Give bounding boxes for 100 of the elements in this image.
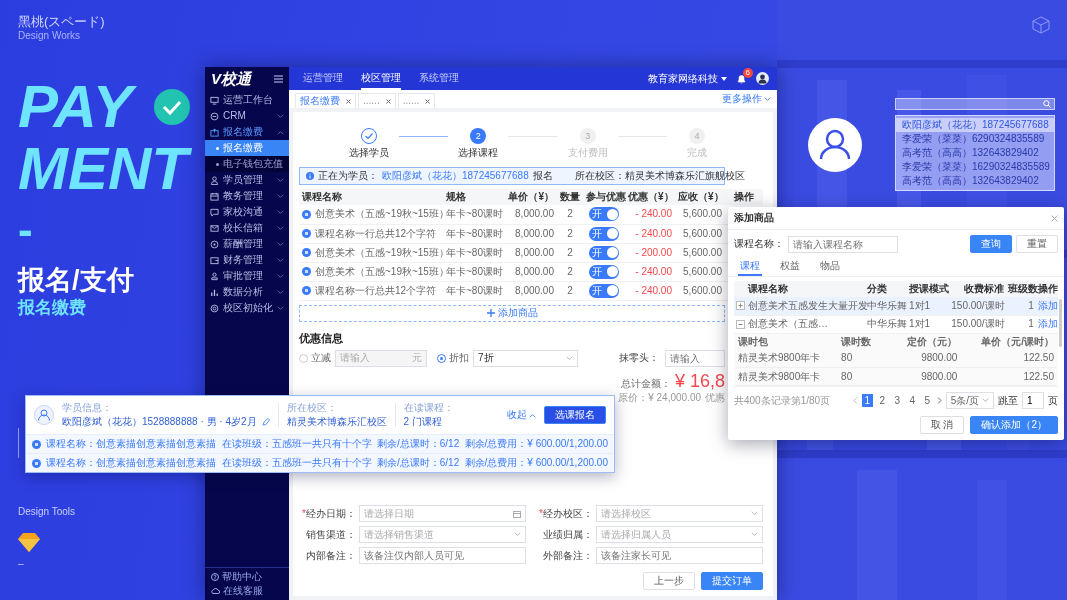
- table-cell: - 200.00: [635, 246, 672, 258]
- required-mark: *: [539, 507, 543, 520]
- toggle-switch[interactable]: 开: [589, 283, 619, 298]
- scrollbar[interactable]: [1059, 299, 1062, 347]
- next-page-icon[interactable]: [936, 397, 942, 404]
- page-number[interactable]: 5: [921, 394, 933, 407]
- page-number[interactable]: 4: [906, 394, 918, 407]
- sidebar-item[interactable]: 校长信箱: [205, 220, 289, 236]
- page-tab[interactable]: 报名缴费: [295, 93, 356, 108]
- nav-tab[interactable]: 运营管理: [303, 67, 343, 90]
- toggle-switch[interactable]: 开: [589, 207, 619, 222]
- headline: PAY: [18, 75, 143, 138]
- course-badge-icon: [302, 229, 311, 238]
- close-icon[interactable]: [346, 98, 351, 104]
- page-number[interactable]: 2: [876, 394, 888, 407]
- page-jump-field[interactable]: 1: [1022, 392, 1044, 409]
- more-actions-menu[interactable]: 更多操作: [722, 93, 771, 105]
- table-cell: 8,000.00: [515, 284, 554, 296]
- author-name: 黑桃(スペード): [18, 14, 106, 30]
- page-tab[interactable]: ......: [358, 93, 396, 108]
- sidebar-item[interactable]: 教务管理: [205, 188, 289, 204]
- dropdown-item[interactable]: 高考范（高高）132643829402: [896, 174, 1054, 188]
- toggle-switch[interactable]: 开: [589, 245, 619, 260]
- toggle-switch[interactable]: 开: [589, 264, 619, 279]
- campus-text: 所在校区：精灵美术博森乐汇旗舰校区: [574, 170, 745, 182]
- support-link[interactable]: 在线客服: [211, 585, 283, 597]
- search-button[interactable]: 查询: [970, 235, 1012, 253]
- submit-button[interactable]: 提交订单: [701, 572, 763, 590]
- user-avatar-icon[interactable]: [756, 72, 769, 85]
- course-detail: 在读班级：五感班一共只有十个字: [221, 457, 372, 469]
- table-cell: 2: [567, 208, 573, 220]
- text-field[interactable]: 该备注仅内部人员可见: [359, 547, 526, 564]
- sidebar-item[interactable]: 学员管理: [205, 172, 289, 188]
- edit-icon[interactable]: [261, 418, 270, 426]
- chevron-up-icon: [277, 129, 284, 135]
- dialog-tab[interactable]: 权益: [778, 258, 802, 276]
- bell-icon[interactable]: [737, 73, 746, 84]
- reset-button[interactable]: 重置: [1016, 235, 1058, 253]
- table-row[interactable]: 创意美术（五感… 中华乐舞 1对1 150.00/课时 1 添加: [734, 315, 1058, 333]
- course-count: 2 门课程: [403, 416, 443, 428]
- student-info: 欧阳彦斌（花花）1528888888 · 男 · 4岁2月: [62, 416, 257, 428]
- table-cell: - 240.00: [635, 265, 672, 277]
- user-avatar-icon: [808, 118, 862, 172]
- company-menu[interactable]: 教育家网络科技: [648, 67, 727, 90]
- add-link[interactable]: 添加: [1037, 318, 1058, 329]
- page-tab[interactable]: ......: [397, 93, 436, 108]
- sidebar-item[interactable]: 运营工作台: [205, 92, 289, 108]
- sidebar-item[interactable]: 校区初始化: [205, 300, 289, 316]
- toggle-switch[interactable]: 开: [589, 226, 619, 241]
- table-cell: 年卡~80课时: [446, 284, 503, 296]
- table-cell: 创意美术五感发生大量开发: [748, 299, 869, 311]
- sidebar-item[interactable]: 报名缴费: [205, 124, 289, 140]
- banner-label: 报名: [532, 170, 553, 182]
- dropdown-item[interactable]: 高考范（高高）132643829402: [896, 146, 1054, 160]
- sidebar-subitem[interactable]: 电子钱包充值: [205, 156, 289, 172]
- close-icon[interactable]: [385, 98, 391, 104]
- menu-icon[interactable]: [274, 74, 283, 83]
- page-size-select[interactable]: 5条/页: [945, 392, 994, 409]
- text-field[interactable]: 该备注家长可见: [596, 547, 763, 564]
- collapse-icon[interactable]: [736, 319, 745, 329]
- round-off-field[interactable]: 请输入: [665, 349, 725, 367]
- sidebar-item[interactable]: CRM: [205, 108, 289, 124]
- enroll-button[interactable]: 选课报名: [544, 406, 606, 424]
- add-item-button[interactable]: 添加商品: [299, 304, 725, 322]
- discount-select[interactable]: 7折: [473, 349, 578, 367]
- table-cell: - 240.00: [635, 227, 672, 239]
- student-link[interactable]: 欧阳彦斌（花花）187245677688: [382, 170, 529, 182]
- help-link[interactable]: 帮助中心: [211, 571, 283, 583]
- chevron-down-icon: [982, 398, 989, 403]
- dropdown-item[interactable]: 李爱荣（菜菜）16290324835589: [896, 160, 1054, 174]
- sidebar-item[interactable]: 审批管理: [205, 268, 289, 284]
- radio-option[interactable]: 折扣: [437, 352, 469, 365]
- back-button[interactable]: 上一步: [643, 572, 695, 590]
- collapse-link[interactable]: 收起: [507, 409, 536, 421]
- dropdown-item[interactable]: 欧阳彦斌（花花）187245677688: [896, 118, 1054, 132]
- dialog-tab[interactable]: 课程: [738, 258, 762, 276]
- sidebar-subitem[interactable]: 报名缴费: [205, 140, 289, 156]
- total-amount: ¥ 16,8: [674, 370, 725, 393]
- discount-label: 优惠: [705, 392, 725, 405]
- section-title: 优惠信息: [299, 331, 343, 345]
- expand-icon[interactable]: [736, 301, 745, 311]
- calendar-icon: [513, 509, 521, 518]
- dropdown-item[interactable]: 李爱荣（菜菜）6290324835589: [896, 132, 1054, 146]
- sidebar-item[interactable]: 薪酬管理: [205, 236, 289, 252]
- sidebar-item[interactable]: 数据分析: [205, 284, 289, 300]
- page-number[interactable]: 1: [861, 394, 873, 407]
- field-label: 经办日期：: [306, 507, 356, 520]
- column-header: 课程名称: [746, 281, 865, 297]
- confirm-button[interactable]: 确认添加（2）: [970, 416, 1058, 434]
- cancel-button[interactable]: 取 消: [919, 416, 965, 434]
- step-label: 选择课程: [458, 147, 499, 159]
- target-icon: [210, 303, 219, 313]
- close-icon[interactable]: [425, 98, 431, 104]
- page-number[interactable]: 3: [891, 394, 903, 407]
- sidebar-item[interactable]: 财务管理: [205, 252, 289, 268]
- dialog-tab[interactable]: 物品: [818, 258, 842, 276]
- table-row[interactable]: 创意美术五感发生大量开发中华乐舞 1对1 150.00/课时 1 添加: [734, 297, 1058, 315]
- search-field[interactable]: 请输入课程名称: [788, 235, 898, 253]
- sidebar-item[interactable]: 家校沟通: [205, 204, 289, 220]
- nav-tab[interactable]: 系统管理: [419, 67, 459, 90]
